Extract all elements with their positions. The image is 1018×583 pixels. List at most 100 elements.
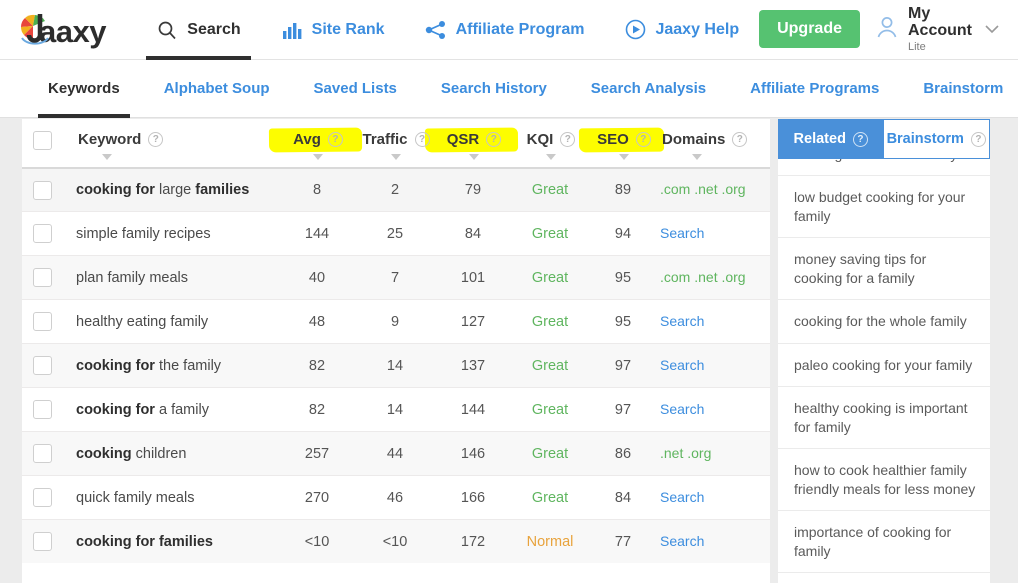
cell-domains[interactable]: Search (660, 313, 704, 329)
row-checkbox[interactable] (32, 312, 52, 331)
cell-domains[interactable]: Search (660, 357, 704, 373)
table-row[interactable]: quick family meals 270 46 166 Great 84 Search (22, 475, 770, 519)
cell-avg: 8 (312, 182, 322, 198)
cell-domains[interactable]: Search (660, 401, 704, 417)
select-all-cell (22, 131, 62, 150)
select-all-checkbox[interactable] (32, 131, 52, 150)
related-keyword-item[interactable]: importance of cooking for family (778, 511, 990, 574)
cell-traffic: 46 (386, 489, 404, 506)
tab-affiliate-programs[interactable]: Affiliate Programs (728, 60, 901, 118)
nav-label-site-rank: Site Rank (311, 20, 385, 38)
table-row[interactable]: cooking for large families 8 2 79 Great 89 .co… (22, 167, 770, 211)
related-keyword-item[interactable]: healthy home cooking for a (778, 573, 990, 583)
sort-caret-seo[interactable] (619, 154, 629, 160)
row-checkbox[interactable] (32, 180, 52, 200)
row-checkbox[interactable] (32, 532, 52, 551)
cell-keyword[interactable]: cooking for the family (62, 358, 221, 374)
chevron-down-icon[interactable] (984, 22, 1000, 37)
tab-search-analysis[interactable]: Search Analysis (569, 60, 728, 118)
side-tab-brainstorm[interactable]: Brainstorm ? (883, 119, 990, 159)
bar-chart-icon (281, 19, 303, 41)
header-kqi[interactable]: KQI ? (512, 131, 588, 160)
main-content-area: Keyword ? Avg ? Traffic ? QSR ? KQI ? SE… (0, 119, 1018, 583)
related-keyword-item[interactable]: healthy cooking is important for family (778, 387, 990, 450)
sort-caret-kqi[interactable] (546, 154, 556, 160)
cell-keyword[interactable]: cooking for families (62, 534, 213, 550)
row-checkbox[interactable] (32, 444, 52, 463)
upgrade-button[interactable]: Upgrade (759, 10, 860, 49)
cell-keyword[interactable]: simple family recipes (62, 226, 211, 242)
related-keyword-item[interactable]: how to cook healthier family friendly me… (778, 449, 990, 512)
cell-domains[interactable]: .com .net .org (660, 181, 746, 197)
sort-caret-traffic[interactable] (391, 154, 401, 160)
nav-item-jaaxy-help[interactable]: Jaaxy Help (604, 0, 759, 60)
table-row[interactable]: plan family meals 40 7 101 Great 95 .com .net … (22, 255, 770, 299)
cell-traffic: <10 (382, 533, 408, 550)
nav-item-search[interactable]: Search (136, 0, 260, 60)
cell-domains[interactable]: Search (660, 533, 704, 549)
header-domains[interactable]: Domains ? (658, 131, 770, 160)
cell-domains[interactable]: Search (660, 489, 704, 505)
cell-domains[interactable]: .com .net .org (660, 269, 746, 285)
jaaxy-logo[interactable]: aaxy (14, 7, 120, 53)
row-checkbox[interactable] (32, 400, 52, 419)
table-row[interactable]: cooking for families <10 <10 172 Normal 77 Sea… (22, 519, 770, 563)
cell-keyword[interactable]: plan family meals (62, 270, 188, 286)
tab-search-history[interactable]: Search History (419, 60, 569, 118)
cell-keyword[interactable]: quick family meals (62, 490, 194, 506)
related-keyword-item[interactable]: money saving tips for cooking for a fami… (778, 238, 990, 301)
cell-keyword[interactable]: cooking for a family (62, 402, 209, 418)
sort-caret-domains[interactable] (692, 154, 702, 160)
nav-item-affiliate-program[interactable]: Affiliate Program (405, 0, 605, 60)
cell-qsr: 166 (460, 489, 486, 506)
nav-item-site-rank[interactable]: Site Rank (261, 0, 405, 60)
table-row[interactable]: cooking children 257 44 146 Great 86 .net .org (22, 431, 770, 475)
side-tab-related[interactable]: Related ? (778, 119, 884, 159)
header-qsr[interactable]: QSR ? (424, 127, 519, 160)
help-icon-brainstorm[interactable]: ? (970, 131, 986, 147)
cell-seo: 97 (614, 401, 632, 418)
cell-keyword[interactable]: cooking children (62, 446, 186, 462)
help-icon-avg[interactable]: ? (327, 132, 343, 147)
cell-domains[interactable]: Search (660, 225, 704, 241)
cell-avg: 270 (304, 489, 330, 506)
related-keyword-item[interactable]: low budget cooking for your family (778, 176, 990, 239)
table-row[interactable]: simple family recipes 144 25 84 Great 94 Searc… (22, 211, 770, 255)
row-checkbox[interactable] (32, 224, 52, 243)
help-icon-domains[interactable]: ? (732, 132, 748, 147)
tab-saved-lists[interactable]: Saved Lists (292, 60, 419, 118)
tab-alphabet-soup[interactable]: Alphabet Soup (142, 60, 292, 118)
row-checkbox[interactable] (32, 268, 52, 287)
related-keyword-item[interactable]: cooking for the whole family (778, 300, 990, 344)
account-menu[interactable]: My Account Lite (874, 5, 1004, 53)
header-avg[interactable]: Avg ? (268, 127, 363, 160)
row-checkbox[interactable] (32, 488, 52, 507)
header-seo[interactable]: SEO ? (578, 127, 665, 160)
side-panel-tabs: Related ? Brainstorm ? (778, 119, 990, 159)
header-traffic[interactable]: Traffic ? (356, 131, 434, 160)
help-icon-keyword[interactable]: ? (148, 132, 164, 147)
cell-keyword[interactable]: cooking for large families (62, 182, 249, 198)
table-row[interactable]: cooking for the family 82 14 137 Great 97 Sear… (22, 343, 770, 387)
cell-kqi: Great (531, 445, 569, 462)
cell-traffic: 14 (386, 357, 404, 374)
cell-domains[interactable]: .net .org (660, 445, 711, 461)
table-row[interactable]: healthy eating family 48 9 127 Great 95 Search (22, 299, 770, 343)
help-icon-kqi[interactable]: ? (560, 132, 576, 147)
row-checkbox[interactable] (32, 356, 52, 375)
sort-caret-avg[interactable] (313, 154, 323, 160)
help-icon-seo[interactable]: ? (635, 132, 651, 147)
sort-caret-keyword[interactable] (102, 154, 112, 160)
header-keyword-label: Keyword (78, 131, 142, 148)
tab-keywords[interactable]: Keywords (26, 60, 142, 118)
cell-keyword[interactable]: healthy eating family (62, 314, 208, 330)
help-icon-related[interactable]: ? (852, 131, 868, 147)
cell-kqi: Great (531, 182, 569, 198)
help-icon-traffic[interactable]: ? (414, 132, 430, 147)
sort-caret-qsr[interactable] (469, 154, 479, 160)
table-row[interactable]: cooking for a family 82 14 144 Great 97 Search (22, 387, 770, 431)
header-keyword[interactable]: Keyword ? (62, 131, 278, 160)
tab-brainstorm[interactable]: Brainstorm (901, 60, 1018, 118)
cell-traffic: 14 (386, 401, 404, 418)
related-keyword-item[interactable]: paleo cooking for your family (778, 344, 990, 388)
